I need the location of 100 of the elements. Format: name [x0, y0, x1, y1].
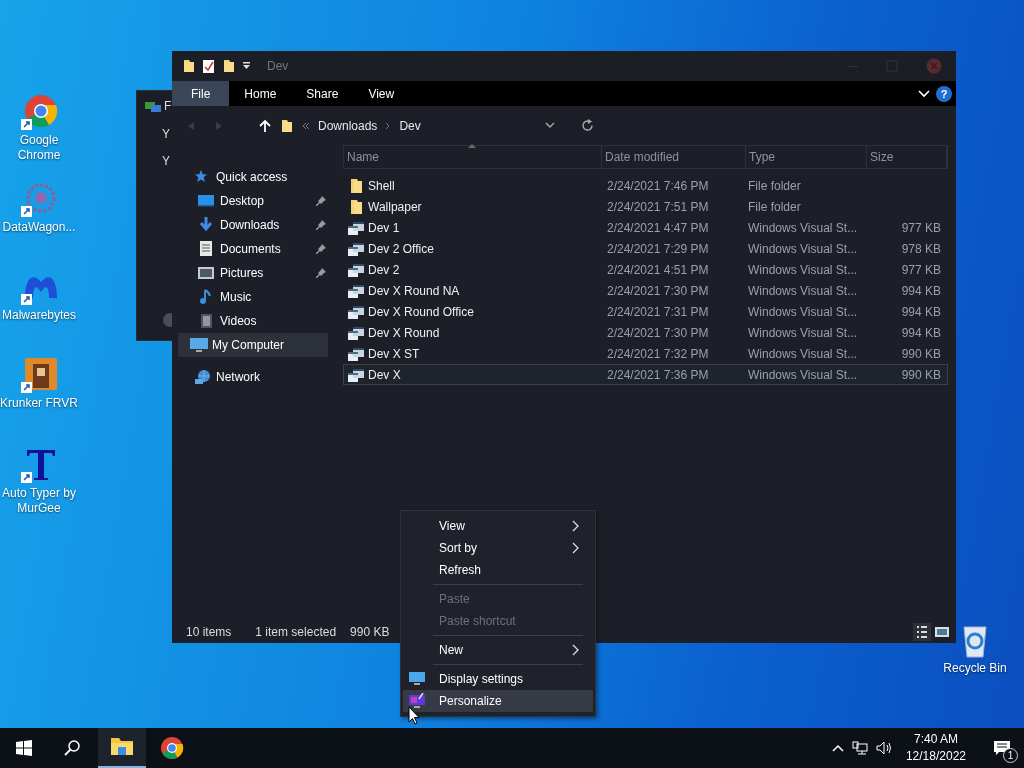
network-icon[interactable]: [851, 741, 868, 755]
table-cell-text: 977 KB: [900, 261, 941, 279]
folder-icon: [348, 198, 364, 215]
column-header[interactable]: Size: [867, 145, 947, 169]
file-row[interactable]: Dev 2 2/24/2021 4:51 PM Windows Visual St... 977 KB: [343, 259, 948, 280]
help-button[interactable]: ?: [936, 85, 952, 102]
date-text: 12/18/2022: [905, 748, 966, 765]
nav-item[interactable]: My Computer: [178, 333, 328, 357]
nav-item[interactable]: Desktop: [178, 189, 328, 213]
refresh-icon[interactable]: [580, 119, 594, 132]
table-cell-text: 994 KB: [900, 324, 941, 342]
computer-icon: [190, 337, 208, 353]
table-cell-text: Windows Visual St...: [748, 282, 859, 300]
table-cell-text: Windows Visual St...: [748, 324, 859, 342]
window-stack-icon: [348, 303, 364, 320]
nav-item[interactable]: Videos: [178, 309, 328, 333]
details-view-icon[interactable]: [913, 622, 931, 641]
table-cell-text: Windows Visual St...: [748, 219, 859, 237]
file-row[interactable]: Dev 1 2/24/2021 4:47 PM Windows Visual St... 977 KB: [343, 217, 948, 238]
up-arrow-icon[interactable]: [258, 118, 272, 133]
table-cell-text: 977 KB: [900, 219, 941, 237]
game-icon: [19, 356, 59, 396]
menu-item[interactable]: Refresh: [403, 559, 593, 581]
table-cell-text: File folder: [748, 177, 802, 195]
table-cell-text: 2/24/2021 7:30 PM: [606, 324, 710, 342]
breadcrumb-link[interactable]: Dev: [399, 116, 421, 135]
notification-badge: 1: [1003, 748, 1018, 763]
table-cell-text: 2/24/2021 4:51 PM: [606, 261, 710, 279]
table-cell-text: 990 KB: [900, 345, 941, 363]
app-icon: [145, 100, 161, 112]
speaker-icon[interactable]: [875, 741, 892, 755]
dropdown-icon[interactable]: [242, 61, 251, 71]
selection-info: 1 item selected: [255, 623, 337, 641]
file-row[interactable]: Shell 2/24/2021 7:46 PM File folder: [343, 175, 948, 196]
properties-icon[interactable]: [202, 58, 216, 74]
file-name: Dev X Round NA: [368, 282, 460, 300]
chevron-right-icon: [385, 121, 392, 130]
windows-logo-icon: [16, 740, 32, 756]
chevron-up-icon[interactable]: [831, 744, 844, 752]
column-header[interactable]: Type: [746, 145, 867, 169]
breadcrumb-link[interactable]: Downloads: [318, 116, 378, 135]
column-header[interactable]: Date modified: [602, 145, 746, 169]
text-line: Y: [162, 126, 170, 143]
folder-icon: [280, 117, 294, 134]
new-folder-icon[interactable]: [222, 58, 236, 74]
file-name: Dev X Round Office: [368, 303, 474, 321]
menu-item[interactable]: Personalize: [403, 690, 593, 712]
file-name: Dev 1: [368, 219, 400, 237]
nav-item[interactable]: Pictures: [178, 261, 328, 285]
ribbon-tab[interactable]: File: [172, 81, 230, 106]
window-title: F: [164, 98, 172, 115]
file-name: Dev 2: [368, 261, 400, 279]
window-stack-icon: [348, 345, 364, 362]
sort-caret-icon: [468, 144, 476, 148]
taskbar-app[interactable]: [98, 728, 146, 768]
table-cell-text: Windows Visual St...: [748, 345, 859, 363]
file-row[interactable]: Dev X Round NA 2/24/2021 7:30 PM Windows Visual St... 994 KB: [343, 280, 948, 301]
menu-item[interactable]: Sort by: [403, 537, 593, 559]
table-cell-text: 2/24/2021 4:47 PM: [606, 219, 710, 237]
text-line: Y: [162, 153, 170, 170]
nav-item[interactable]: Downloads: [178, 213, 328, 237]
table-cell-text: Windows Visual St...: [748, 366, 859, 384]
table-cell-text: Windows Visual St...: [748, 240, 859, 258]
monitor-brush-icon: [409, 693, 425, 709]
menu-item[interactable]: View: [403, 515, 593, 537]
ribbon-tab[interactable]: Home: [229, 81, 292, 106]
search-icon: [64, 740, 80, 756]
file-row[interactable]: Dev X ST 2/24/2021 7:32 PM Windows Visual St... 990 KB: [343, 343, 948, 364]
folder-icon[interactable]: [182, 58, 196, 74]
window-stack-icon: [348, 366, 364, 383]
nav-item[interactable]: Documents: [178, 237, 328, 261]
chrome-icon: [160, 736, 184, 760]
file-name: Dev X: [368, 366, 401, 384]
nav-item[interactable]: Quick access: [178, 165, 328, 189]
table-cell-text: 2/24/2021 7:51 PM: [606, 198, 710, 216]
menu-item[interactable]: New: [403, 639, 593, 661]
nav-item[interactable]: Network: [178, 365, 328, 389]
notification-button[interactable]: 1: [980, 728, 1024, 768]
monitor-icon: [409, 671, 425, 687]
clock[interactable]: 7:40 AM 12/18/2022: [899, 731, 972, 765]
file-row[interactable]: Dev X Round Office 2/24/2021 7:31 PM Windows Visual St... 994 KB: [343, 301, 948, 322]
file-row[interactable]: Dev X 2/24/2021 7:36 PM Windows Visual St... 990 KB: [343, 364, 948, 385]
desktop-icon: [198, 193, 216, 209]
file-row[interactable]: Dev X Round 2/24/2021 7:30 PM Windows Visual St... 994 KB: [343, 322, 948, 343]
table-cell-text: Windows Visual St...: [748, 303, 859, 321]
chrome-icon: [19, 93, 59, 133]
table-cell-text: 2/24/2021 7:32 PM: [606, 345, 710, 363]
thumbnail-view-icon[interactable]: [934, 624, 950, 639]
ribbon-tab[interactable]: View: [353, 81, 410, 106]
chevron-down-icon[interactable]: [544, 122, 555, 129]
menu-item[interactable]: Display settings: [403, 668, 593, 690]
ribbon-tab[interactable]: Share: [291, 81, 354, 106]
file-row[interactable]: Dev 2 Office 2/24/2021 7:29 PM Windows Visual St... 978 KB: [343, 238, 948, 259]
table-cell-text: 2/24/2021 7:30 PM: [606, 282, 710, 300]
window-title: Dev: [267, 58, 289, 75]
table-cell-text: File folder: [748, 198, 802, 216]
nav-item[interactable]: Music: [178, 285, 328, 309]
file-row[interactable]: Wallpaper 2/24/2021 7:51 PM File folder: [343, 196, 948, 217]
table-cell-text: Windows Visual St...: [748, 261, 859, 279]
file-name: Dev X Round: [368, 324, 440, 342]
